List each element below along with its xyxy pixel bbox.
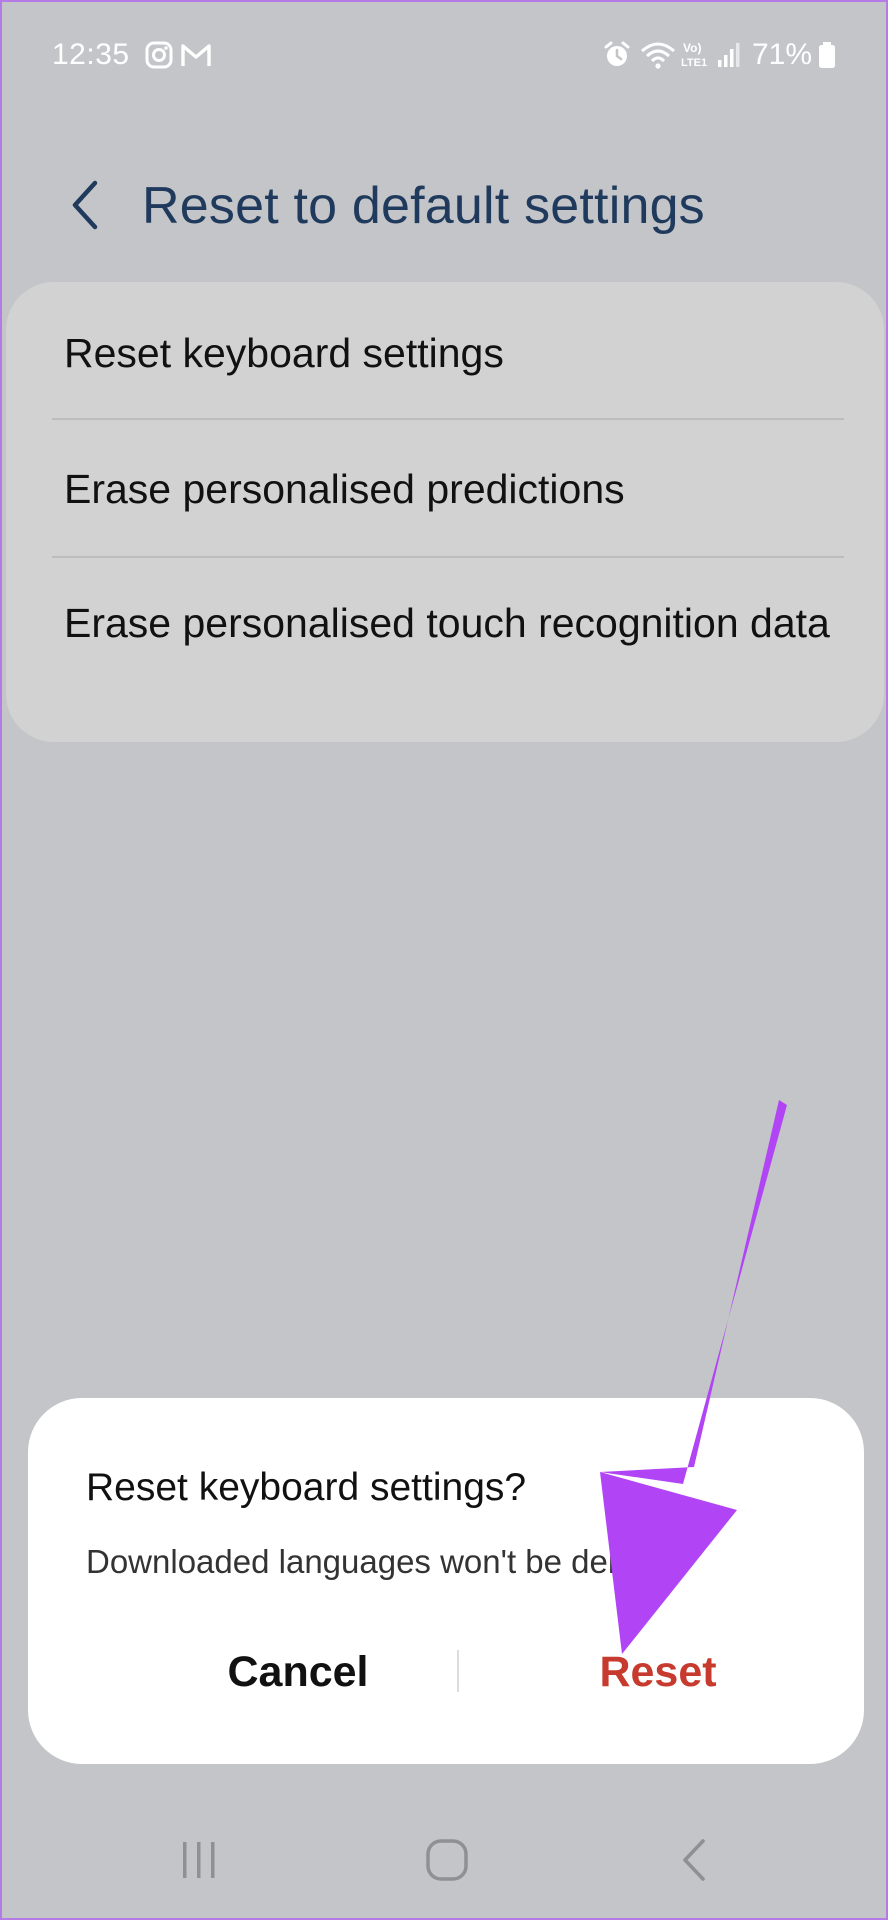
- status-bar: 12:35 Vo) LTE1 71%: [2, 30, 886, 80]
- reset-button[interactable]: Reset: [508, 1642, 808, 1702]
- battery-percent: 71%: [752, 38, 813, 71]
- dialog-title: Reset keyboard settings?: [86, 1466, 527, 1509]
- gmail-icon: [180, 40, 211, 70]
- list-item-erase-predictions[interactable]: Erase personalised predictions: [64, 462, 844, 516]
- list-item-erase-touch-recognition[interactable]: Erase personalised touch recognition dat…: [64, 596, 844, 650]
- reset-dialog: Reset keyboard settings? Downloaded lang…: [28, 1398, 864, 1764]
- navigation-bar: [2, 1822, 886, 1902]
- volte-label-bottom: LTE1: [681, 57, 707, 69]
- status-time: 12:35: [52, 38, 130, 71]
- home-icon: [424, 1837, 470, 1888]
- signal-icon: [716, 40, 742, 70]
- list-item-reset-keyboard-settings[interactable]: Reset keyboard settings: [64, 326, 844, 380]
- divider: [52, 556, 844, 558]
- volte-icon: Vo) LTE1: [680, 40, 714, 70]
- back-icon: [675, 1837, 715, 1888]
- nav-back-button[interactable]: [660, 1830, 730, 1894]
- alarm-icon: [602, 40, 632, 70]
- battery-icon: [816, 40, 838, 70]
- dialog-message: Downloaded languages won't be deleted.: [86, 1543, 689, 1580]
- screen: 12:35 Vo) LTE1 71% Reset to default sett…: [0, 0, 888, 1920]
- divider: [52, 418, 844, 420]
- settings-list: Reset keyboard settings Erase personalis…: [6, 282, 884, 742]
- chevron-left-icon: [67, 177, 103, 238]
- recents-button[interactable]: [164, 1830, 234, 1894]
- volte-label-top: Vo): [683, 41, 701, 55]
- wifi-icon: [640, 40, 676, 70]
- instagram-icon: [144, 40, 174, 70]
- page-title: Reset to default settings: [142, 177, 705, 235]
- recents-icon: [177, 1838, 221, 1887]
- header: Reset to default settings: [2, 162, 886, 252]
- button-divider: [457, 1650, 459, 1692]
- cancel-button[interactable]: Cancel: [148, 1642, 448, 1702]
- back-button[interactable]: [50, 172, 120, 242]
- home-button[interactable]: [412, 1830, 482, 1894]
